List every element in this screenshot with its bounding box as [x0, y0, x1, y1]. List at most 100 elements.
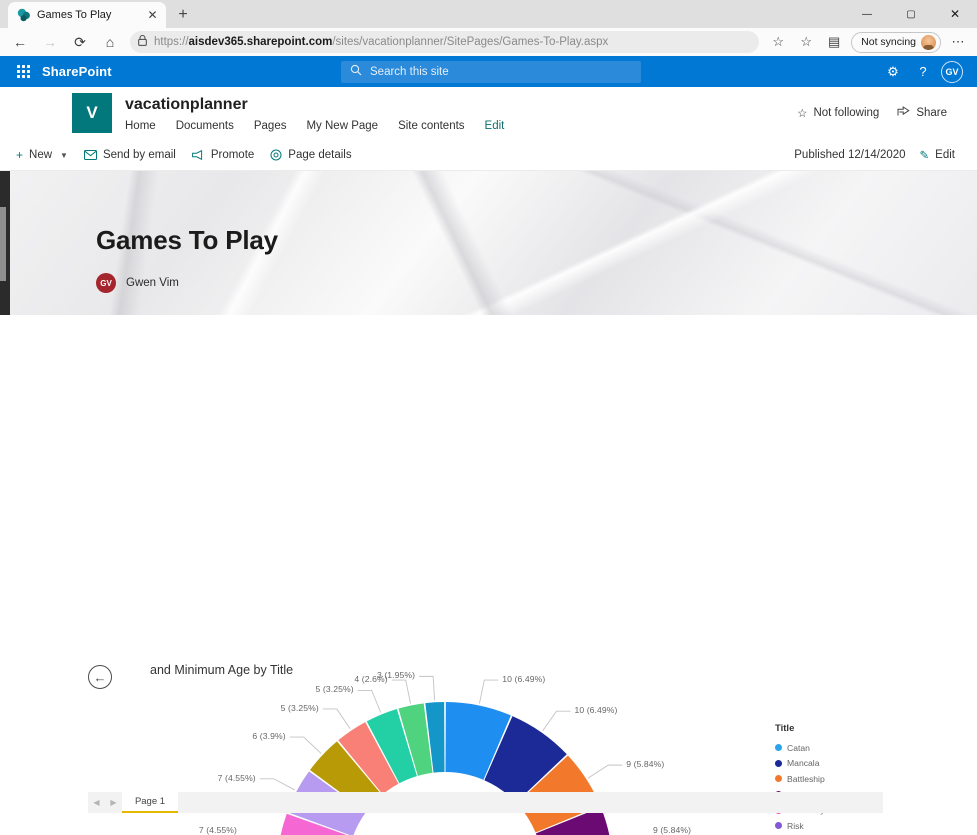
- donut-chart-svg[interactable]: [275, 700, 615, 835]
- legend-item[interactable]: Mancala: [775, 756, 925, 772]
- sharepoint-brand[interactable]: SharePoint: [42, 64, 112, 79]
- user-avatar[interactable]: GV: [941, 60, 963, 83]
- help-icon[interactable]: ?: [911, 60, 935, 84]
- mail-icon: [83, 150, 97, 160]
- data-label: 5 (3.25%): [280, 702, 319, 713]
- pager-tab-page-1[interactable]: Page 1: [122, 792, 178, 813]
- nav-item-home[interactable]: Home: [125, 120, 156, 132]
- data-label: 9 (5.84%): [626, 759, 665, 770]
- forward-arrow-icon[interactable]: →: [36, 30, 64, 54]
- window-controls: — ▢ ✕: [845, 0, 977, 28]
- avatar: GV: [96, 273, 116, 293]
- nav-item-pages[interactable]: Pages: [254, 120, 287, 132]
- search-placeholder: Search this site: [370, 65, 449, 78]
- legend-item[interactable]: Risk: [775, 818, 925, 834]
- close-window-icon[interactable]: ✕: [933, 0, 977, 28]
- favorites-icon[interactable]: ☆: [793, 30, 819, 54]
- data-label: 5 (3.25%): [315, 684, 354, 695]
- data-label: 6 (3.9%): [252, 731, 286, 742]
- nav-item-my-new-page[interactable]: My New Page: [306, 120, 378, 132]
- hero-author: GV Gwen Vim: [96, 273, 278, 293]
- hero-left-accent: [0, 207, 6, 281]
- search-icon: [350, 63, 362, 81]
- leader-line: [419, 675, 436, 701]
- share-label: Share: [916, 107, 947, 119]
- legend-item-label: Mancala: [787, 758, 820, 769]
- share-button[interactable]: Share: [897, 106, 947, 120]
- send-by-email-button[interactable]: Send by email: [83, 149, 176, 161]
- address-bar[interactable]: https://aisdev365.sharepoint.com/sites/v…: [130, 31, 760, 53]
- nav-item-edit[interactable]: Edit: [485, 120, 505, 132]
- browser-toolbar: ← → ⟳ ⌂ https://aisdev365.sharepoint.com…: [0, 28, 977, 56]
- lock-icon: [138, 33, 147, 51]
- home-icon[interactable]: ⌂: [96, 30, 124, 54]
- nav-item-site-contents[interactable]: Site contents: [398, 120, 464, 132]
- suite-bar-actions: ⚙ ? GV: [881, 60, 969, 84]
- gear-icon[interactable]: ⚙: [881, 60, 905, 84]
- promote-icon: [191, 150, 205, 160]
- report-pager: ◀ ▶ Page 1: [88, 792, 883, 813]
- chevron-left-icon[interactable]: ◀: [88, 792, 105, 813]
- chart-legend: Title CatanMancalaBattleshipMonopolyPict…: [775, 723, 925, 835]
- new-label: New: [29, 149, 53, 161]
- app-launcher-icon[interactable]: [8, 56, 38, 87]
- pencil-icon: ✎: [919, 150, 930, 162]
- site-title[interactable]: vacationplanner: [125, 94, 504, 116]
- legend-item-label: Battleship: [787, 773, 825, 784]
- not-following-label: Not following: [813, 107, 880, 119]
- browser-tab-strip: Games To Play ✕ + — ▢ ✕: [0, 0, 977, 28]
- legend-item[interactable]: Battleship: [775, 771, 925, 787]
- promote-button[interactable]: Promote: [191, 149, 254, 161]
- data-label: 9 (5.84%): [652, 824, 692, 835]
- refresh-icon[interactable]: ⟳: [66, 30, 94, 54]
- legend-item-label: Catan: [787, 742, 810, 753]
- page-title: Games To Play: [96, 225, 278, 255]
- not-following-button[interactable]: ☆ Not following: [797, 106, 879, 120]
- site-logo: V: [72, 93, 112, 133]
- edit-page-button[interactable]: ✎ Edit: [920, 148, 955, 162]
- hero-banner: Games To Play GV Gwen Vim: [0, 171, 977, 315]
- site-title-block: vacationplanner Home Documents Pages My …: [125, 94, 504, 132]
- published-status: Published 12/14/2020: [794, 149, 906, 161]
- data-label: 7 (4.55%): [198, 824, 238, 835]
- plus-icon: +: [16, 148, 24, 162]
- site-header: V vacationplanner Home Documents Pages M…: [0, 87, 977, 139]
- back-arrow-icon[interactable]: ←: [6, 30, 34, 54]
- command-bar-right: Published 12/14/2020 ✎ Edit: [794, 148, 961, 162]
- collections-icon[interactable]: ▤: [821, 30, 847, 54]
- legend-color-swatch: [775, 744, 782, 752]
- new-button[interactable]: + New ▼: [16, 148, 68, 162]
- star-icon[interactable]: ☆: [765, 30, 791, 54]
- legend-color-swatch: [775, 775, 782, 783]
- minimize-icon[interactable]: —: [845, 0, 889, 28]
- legend-item-label: Risk: [787, 820, 804, 831]
- data-label: 3 (1.95%): [376, 670, 416, 681]
- chevron-down-icon: ▼: [60, 150, 68, 160]
- star-outline-icon: ☆: [797, 108, 808, 120]
- profile-sync-button[interactable]: Not syncing: [851, 31, 941, 53]
- address-bar-url: https://aisdev365.sharepoint.com/sites/v…: [154, 36, 609, 48]
- edit-label: Edit: [935, 149, 955, 161]
- page-details-button[interactable]: Page details: [270, 149, 352, 161]
- legend-color-swatch: [775, 759, 782, 767]
- nav-item-documents[interactable]: Documents: [176, 120, 234, 132]
- search-input[interactable]: Search this site: [341, 60, 641, 83]
- data-label: 7 (4.55%): [217, 772, 256, 783]
- new-tab-button[interactable]: +: [170, 2, 196, 28]
- legend-item[interactable]: Catan: [775, 740, 925, 756]
- send-by-email-label: Send by email: [102, 149, 176, 161]
- close-icon[interactable]: ✕: [145, 8, 160, 23]
- maximize-icon[interactable]: ▢: [889, 0, 933, 28]
- browser-tab[interactable]: Games To Play ✕: [8, 2, 166, 28]
- chevron-right-icon[interactable]: ▶: [105, 792, 122, 813]
- legend-items: CatanMancalaBattleshipMonopolyPictionary…: [775, 740, 925, 835]
- pager-arrows: ◀ ▶: [88, 792, 122, 813]
- browser-tab-title: Games To Play: [37, 9, 112, 21]
- data-label: 10 (6.49%): [502, 674, 546, 685]
- sharepoint-favicon: [17, 8, 31, 22]
- page-details-label: Page details: [288, 149, 352, 161]
- share-icon: [897, 106, 911, 120]
- donut-chart[interactable]: [275, 700, 615, 835]
- site-header-actions: ☆ Not following Share: [797, 106, 959, 120]
- ellipsis-icon[interactable]: ⋯: [945, 30, 971, 54]
